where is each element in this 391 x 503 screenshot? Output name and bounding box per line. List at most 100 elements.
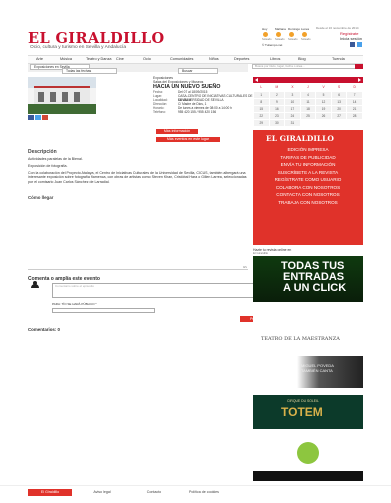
promo-link[interactable]: REGÍSTRATE COMO USUARIO [253, 177, 363, 183]
calendar-day[interactable]: 5 [315, 90, 332, 99]
nav-item-ocio[interactable]: Ocio [143, 56, 151, 63]
ad-poveda-line-2: TAMBIÉN CANTA [301, 368, 333, 373]
calendar-day[interactable]: 14 [346, 97, 363, 106]
calendar-day[interactable]: 13 [330, 97, 348, 106]
calendar-day[interactable]: 22 [253, 111, 270, 120]
calendar-day[interactable]: 4 [299, 90, 317, 99]
calendar-day[interactable]: 8 [253, 97, 270, 106]
calendar-prev-icon[interactable] [255, 78, 258, 82]
nav-item-teatro-y-danza[interactable]: Teatro y Danza [86, 56, 112, 63]
filter-to-select[interactable]: Buscar [178, 68, 218, 75]
calendar-day[interactable]: 1 [253, 90, 270, 99]
calendar-day[interactable]: 11 [299, 97, 317, 106]
calendar-day[interactable]: 29 [253, 118, 270, 127]
calendar-day[interactable]: 15 [253, 104, 270, 113]
event-photo [28, 77, 96, 114]
calendar-day-header: L [260, 85, 263, 90]
ad-apple-banner[interactable] [253, 436, 363, 468]
nav-item-cine[interactable]: Cine [116, 56, 124, 63]
calendar-day[interactable]: 10 [284, 97, 301, 106]
public-checkbox-label[interactable]: PARA: TÍO SE HARÁ PÚBLICO * [52, 302, 97, 307]
footer-link-2[interactable]: Contacto [132, 489, 176, 496]
sun-icon [263, 32, 268, 37]
description-title: Exposición de fotografía. [28, 164, 68, 168]
calendar-day[interactable]: 17 [284, 104, 301, 113]
ad-totem-banner[interactable]: CIRQUE DU SOLEIL TOTEM [253, 395, 363, 429]
description-heading: Descripción [28, 149, 57, 155]
calendar-day[interactable]: 9 [268, 97, 286, 106]
nav-item-libros[interactable]: Libros [270, 56, 280, 63]
sun-icon [276, 32, 281, 37]
weather-label-3: Soleado [301, 38, 311, 41]
search-input[interactable]: Busca por titulo, lugar, fecha o área... [252, 64, 356, 69]
calendar-day[interactable]: 25 [299, 111, 317, 120]
filter-from-select[interactable]: Todas las fechas [62, 68, 117, 75]
footer-link-3[interactable]: Política de cookies [180, 489, 228, 496]
calendar-day[interactable]: 24 [284, 111, 301, 120]
calendar-day[interactable]: 28 [346, 111, 363, 120]
calendar-next-icon[interactable] [358, 78, 361, 82]
share-twitter-icon[interactable] [35, 115, 41, 120]
calendar-day[interactable]: 26 [315, 111, 332, 120]
facebook-icon[interactable] [350, 42, 355, 47]
promo-link[interactable]: CONTACTA CON NOSOTROS [253, 192, 363, 198]
nav-item-arte[interactable]: Arte [36, 56, 43, 63]
apple-icon [297, 442, 319, 464]
sun-icon [302, 32, 307, 37]
twitter-icon[interactable] [357, 42, 362, 47]
ad-tickets-line-3: A UN CLICK [283, 282, 347, 294]
calendar-day-header: X [291, 85, 294, 90]
share-google-icon[interactable] [42, 115, 48, 120]
footer-link-1[interactable]: Aviso legal [80, 489, 124, 496]
promo-link[interactable]: TRABAJA CON NOSOTROS [253, 200, 363, 206]
calendar-day[interactable]: 16 [268, 104, 286, 113]
event-field-label: Teléfono: [153, 110, 166, 114]
calendar-day[interactable]: 7 [346, 90, 363, 99]
calendar-day[interactable]: 6 [330, 90, 348, 99]
calendar-day[interactable]: 3 [284, 90, 301, 99]
calendar-day[interactable]: 12 [315, 97, 332, 106]
nav-item-niños[interactable]: Niños [209, 56, 219, 63]
nav-item-blog[interactable]: Blog [298, 56, 306, 63]
promo-link[interactable]: TARIFAS DE PUBLICIDAD [253, 155, 363, 161]
share-facebook-icon[interactable] [28, 115, 34, 120]
calendar-day [315, 118, 332, 127]
promo-link[interactable]: EDICIÓN IMPRESA [253, 147, 363, 153]
promo-logo: EL GIRALDILLO [266, 134, 334, 143]
calendar-day[interactable]: 23 [268, 111, 286, 120]
footer-link-0[interactable]: El Giraldillo [28, 489, 72, 496]
calendar-day[interactable]: 18 [299, 104, 317, 113]
calendar-grid: L M X J V S D 1 2 3 4 5 6 7 8 9 10 11 12 13 14 15 16 17 18 19 20 21… [253, 84, 363, 127]
more-info-button[interactable]: Más información [156, 129, 198, 134]
calendar-day[interactable]: 2 [268, 90, 286, 99]
ad-maestranza-banner[interactable]: TEATRO DE LA MAESTRANZA [253, 314, 363, 349]
description-subtitle: Actividades paralelas de la Bienal. [28, 157, 83, 161]
nav-item-deportes[interactable]: Deportes [234, 56, 249, 63]
promo-link[interactable]: COLABORA CON NOSOTROS [253, 185, 363, 191]
promo-link[interactable]: SUSCRÍBETE A LA REVISTA [253, 170, 363, 176]
calendar-day[interactable]: 27 [330, 111, 348, 120]
calendar-day[interactable]: 30 [268, 118, 286, 127]
nav-item-tuenda[interactable]: Tuenda [332, 56, 345, 63]
comments-count: Comentarios: 0 [28, 327, 60, 332]
nav-item-comunidades[interactable]: Comunidades [170, 56, 193, 63]
more-events-button[interactable]: Más eventos en este lugar [156, 137, 220, 142]
ad-poveda-banner[interactable]: MIGUEL POVEDA TAMBIÉN CANTA [253, 356, 363, 388]
calendar-day[interactable]: 19 [315, 104, 332, 113]
name-input[interactable] [52, 308, 155, 313]
calendar-header [253, 77, 363, 83]
calendar-day[interactable]: 20 [330, 104, 348, 113]
weather-label-2: Soleado [288, 38, 298, 41]
ad-black-banner[interactable] [253, 471, 363, 481]
calendar-day-header: J [307, 85, 309, 90]
nav-item-música[interactable]: Música [60, 56, 72, 63]
comment-textarea[interactable]: Comentario sobre el episodio [52, 283, 273, 298]
calendar-day-header: S [338, 85, 341, 90]
promo-link[interactable]: ENVÍA TU INFORMACIÓN [253, 162, 363, 168]
search-button[interactable] [355, 64, 363, 69]
calendar-day[interactable]: 31 [284, 118, 301, 127]
ad-tickets-banner[interactable]: TODAS TUS ENTRADAS A UN CLICK [253, 256, 363, 302]
how-to-arrive-heading: Cómo llegar [28, 195, 54, 200]
comments-title: Comenta o amplía este evento [28, 276, 100, 282]
calendar-day[interactable]: 21 [346, 104, 363, 113]
